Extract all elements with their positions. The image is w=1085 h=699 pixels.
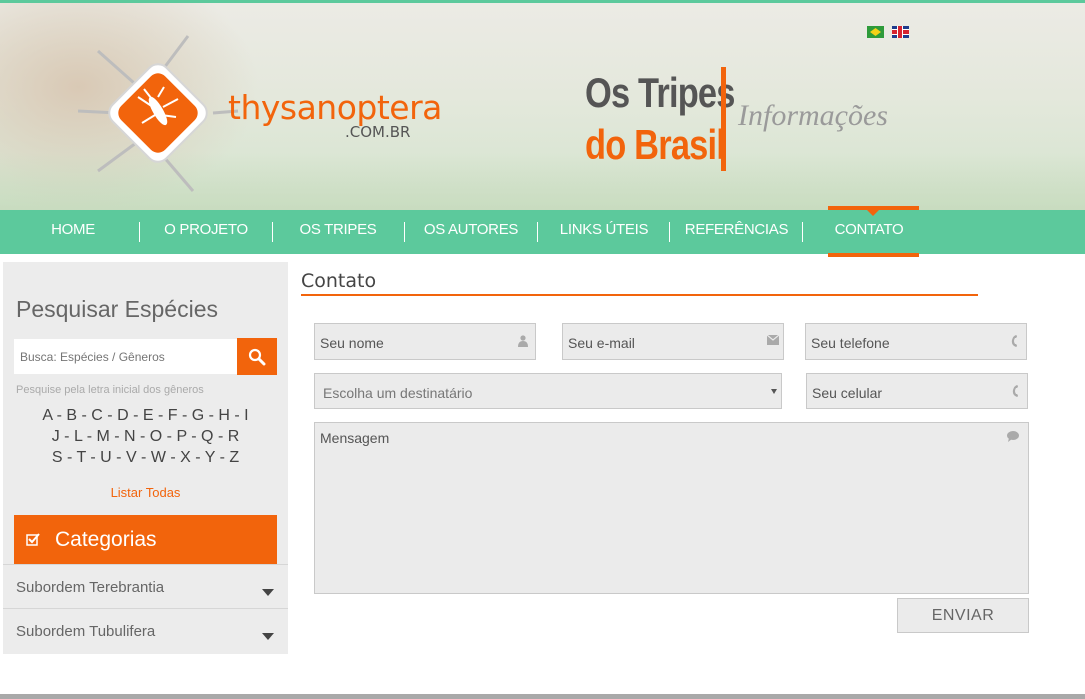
suborder-item-terebrantia[interactable]: Subordem Terebrantia bbox=[3, 564, 288, 609]
email-field[interactable]: Seu e-mail bbox=[562, 323, 784, 360]
letter-index-row-1[interactable]: A - B - C - D - E - F - G - H - I bbox=[3, 407, 288, 425]
title-divider bbox=[721, 67, 726, 171]
site-header: thysanoptera .COM.BR Os Tripes do Brasil… bbox=[0, 0, 1085, 210]
caret-down-icon bbox=[262, 589, 274, 596]
uk-flag-icon[interactable] bbox=[892, 26, 909, 38]
logo-text[interactable]: thysanoptera bbox=[228, 88, 442, 127]
suborder-label: Subordem Terebrantia bbox=[16, 579, 165, 596]
caret-down-icon bbox=[262, 633, 274, 640]
nav-item-o-projeto[interactable]: O PROJETO bbox=[156, 210, 256, 254]
user-icon bbox=[518, 335, 528, 347]
phone-placeholder: Seu telefone bbox=[811, 335, 890, 351]
message-textarea[interactable]: Mensagem bbox=[314, 422, 1029, 594]
email-placeholder: Seu e-mail bbox=[568, 335, 635, 351]
recipient-select[interactable]: Escolha um destinatário bbox=[314, 373, 782, 409]
name-placeholder: Seu nome bbox=[320, 335, 384, 351]
nav-separator bbox=[139, 222, 140, 242]
sidebar: Pesquisar Espécies Pesquise pela letra i… bbox=[3, 262, 288, 654]
footer-divider bbox=[0, 694, 1085, 699]
nav-item-links-uteis[interactable]: LINKS ÚTEIS bbox=[552, 210, 656, 254]
message-placeholder: Mensagem bbox=[320, 430, 390, 446]
nav-item-referencias[interactable]: REFERÊNCIAS bbox=[684, 210, 789, 254]
search-icon bbox=[248, 348, 266, 366]
nav-separator bbox=[537, 222, 538, 242]
brazil-flag-icon[interactable] bbox=[867, 26, 884, 38]
speech-bubble-icon bbox=[1007, 431, 1019, 442]
phone-icon bbox=[1012, 385, 1018, 397]
nav-active-indicator bbox=[828, 206, 919, 257]
letter-index-row-3[interactable]: S - T - U - V - W - X - Y - Z bbox=[3, 449, 288, 467]
name-field[interactable]: Seu nome bbox=[314, 323, 536, 360]
categories-label: Categorias bbox=[55, 528, 157, 551]
page-title: Contato bbox=[301, 270, 377, 292]
nav-item-os-autores[interactable]: OS AUTORES bbox=[418, 210, 524, 254]
main-nav: HOME O PROJETO OS TRIPES OS AUTORES LINK… bbox=[0, 210, 1085, 254]
mobile-placeholder: Seu celular bbox=[812, 385, 883, 401]
select-arrow-icon bbox=[771, 389, 777, 394]
species-search-input[interactable] bbox=[14, 339, 238, 374]
phone-field[interactable]: Seu telefone bbox=[805, 323, 1027, 360]
site-title-line2: do Brasil bbox=[585, 121, 726, 168]
mobile-field[interactable]: Seu celular bbox=[806, 373, 1028, 409]
phone-icon bbox=[1011, 335, 1017, 347]
suborder-label: Subordem Tubulifera bbox=[16, 623, 156, 640]
envelope-icon bbox=[767, 335, 779, 345]
checkbox-icon bbox=[26, 533, 40, 546]
send-button[interactable]: ENVIAR bbox=[897, 598, 1029, 633]
search-button[interactable] bbox=[237, 338, 277, 375]
section-label: Informações bbox=[738, 99, 888, 132]
suborder-item-tubulifera[interactable]: Subordem Tubulifera bbox=[3, 608, 288, 653]
letter-search-hint: Pesquise pela letra inicial dos gêneros bbox=[16, 384, 204, 396]
letter-index-row-2[interactable]: J - L - M - N - O - P - Q - R bbox=[3, 428, 288, 446]
nav-separator bbox=[669, 222, 670, 242]
title-underline bbox=[301, 294, 978, 296]
nav-separator bbox=[404, 222, 405, 242]
recipient-placeholder: Escolha um destinatário bbox=[323, 385, 473, 401]
sidebar-title: Pesquisar Espécies bbox=[16, 296, 218, 322]
nav-separator bbox=[802, 222, 803, 242]
nav-separator bbox=[272, 222, 273, 242]
categories-header[interactable]: Categorias bbox=[14, 515, 277, 564]
nav-item-os-tripes[interactable]: OS TRIPES bbox=[288, 210, 388, 254]
list-all-link[interactable]: Listar Todas bbox=[3, 485, 288, 500]
nav-item-home[interactable]: HOME bbox=[33, 210, 113, 254]
site-title-line1: Os Tripes bbox=[585, 69, 735, 116]
logo-domain-suffix[interactable]: .COM.BR bbox=[345, 123, 410, 141]
